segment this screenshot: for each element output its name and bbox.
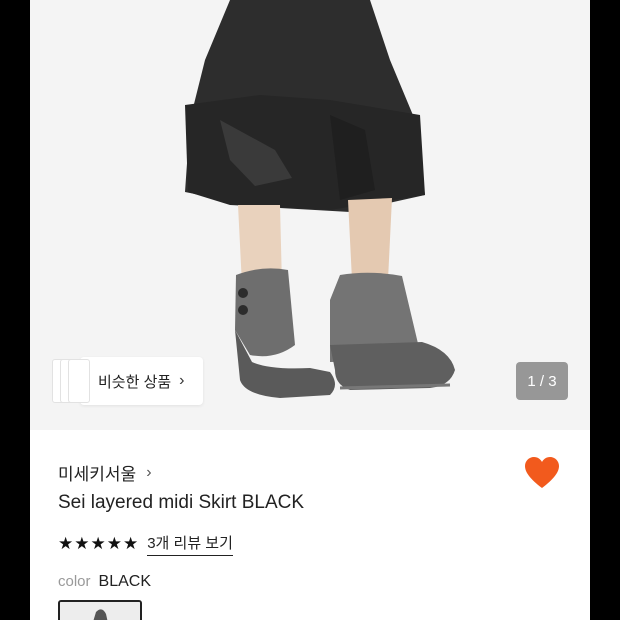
brand-link[interactable]: 미세키서울 › — [58, 460, 152, 485]
heart-icon[interactable] — [524, 456, 560, 490]
product-title: Sei layered midi Skirt BLACK — [58, 492, 305, 513]
color-swatch-black[interactable] — [58, 600, 142, 620]
chevron-right-icon: › — [179, 372, 185, 389]
product-screen: 비슷한 상품 › 1 / 3 미세키서울 › Sei layered midi … — [30, 0, 590, 620]
product-info: 미세키서울 › Sei layered midi Skirt BLACK ★★★… — [30, 430, 590, 620]
similar-products-label-box: 비슷한 상품 › — [80, 357, 203, 405]
color-label: color — [58, 573, 91, 590]
similar-products-label: 비슷한 상품 — [98, 373, 172, 391]
view-reviews-link[interactable]: 3개 리뷰 보기 — [147, 532, 233, 556]
image-page-indicator: 1 / 3 — [516, 362, 568, 400]
similar-products-thumbnails — [52, 357, 90, 405]
similar-products-button[interactable]: 비슷한 상품 › — [52, 357, 203, 405]
swatch-thumbnail — [60, 602, 140, 620]
rating-stars-icon: ★★★★★ — [58, 534, 140, 553]
chevron-right-icon: › — [146, 463, 152, 481]
product-image[interactable]: 비슷한 상품 › 1 / 3 — [30, 0, 590, 430]
color-value: BLACK — [98, 573, 151, 590]
color-row: color BLACK — [58, 573, 151, 591]
rating-row: ★★★★★ 3개 리뷰 보기 — [58, 532, 233, 556]
brand-name: 미세키서울 — [58, 465, 137, 484]
